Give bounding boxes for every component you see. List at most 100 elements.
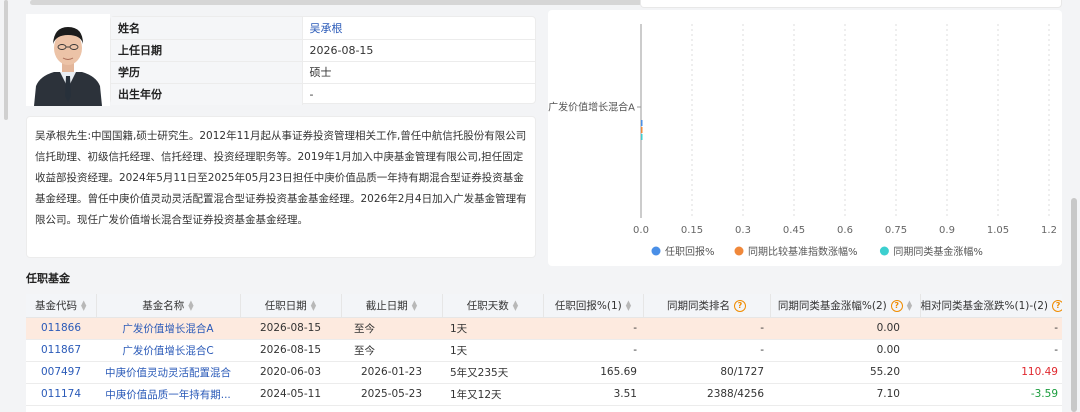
- end-date: 至今: [341, 339, 442, 362]
- header-label: 任职日期: [264, 299, 307, 312]
- header-return[interactable]: 任职回报%(1) ▲ ▼: [543, 294, 644, 318]
- info-row-name: 姓名 吴承根: [111, 17, 535, 40]
- x-tick-label: 0.9: [939, 225, 955, 236]
- x-tick-label: 0.45: [783, 225, 805, 236]
- relative-gain: -3.59: [920, 383, 1062, 406]
- relative-gain: -: [920, 317, 1062, 340]
- info-value: 硕士: [302, 61, 535, 84]
- end-date: 至今: [341, 317, 442, 340]
- start-date: 2020-06-03: [240, 361, 341, 384]
- table-row[interactable]: 011867 广发价值增长混合C 2026-08-15 至今 1天 - - 0.…: [26, 339, 1062, 362]
- left-scrollbar[interactable]: [4, 0, 8, 120]
- top-panel-edge: [640, 0, 1062, 8]
- return-value: -: [543, 317, 643, 340]
- peer-rank: -: [643, 317, 770, 340]
- return-value: 165.69: [543, 361, 643, 384]
- sort-icon[interactable]: ▲ ▼: [513, 299, 518, 311]
- info-label: 出生年份: [111, 83, 303, 105]
- manager-bio: 吴承根先生:中国国籍,硕士研究生。2012年11月起从事证券投资管理相关工作,曾…: [35, 130, 527, 226]
- sort-icon[interactable]: ▲ ▼: [412, 299, 417, 311]
- end-date: 2025-05-23: [341, 383, 442, 406]
- fund-name-link[interactable]: 广发价值增长混合A: [96, 317, 240, 340]
- info-label: 姓名: [111, 17, 303, 40]
- bar-任职回报%: [641, 120, 643, 126]
- header-label: 截止日期: [365, 299, 408, 312]
- header-fund-code[interactable]: 基金代码 ▲ ▼: [26, 294, 97, 318]
- question-circle-icon[interactable]: ?: [734, 299, 746, 312]
- x-tick-label: 1.2: [1041, 225, 1057, 236]
- relative-gain: 110.49: [920, 361, 1062, 384]
- info-value: -: [309, 87, 314, 101]
- info-label: 学历: [111, 61, 303, 84]
- peer-rank: -: [643, 339, 770, 362]
- header-peer-rank: 同期同类排名?: [643, 294, 771, 318]
- question-circle-icon[interactable]: ?: [1052, 299, 1062, 312]
- tenure-days: 1天: [442, 317, 543, 340]
- manager-name-link[interactable]: 吴承根: [302, 17, 535, 40]
- return-value: 3.51: [543, 383, 643, 406]
- fund-code-link[interactable]: 007497: [26, 361, 96, 384]
- x-tick-label: 1.05: [987, 225, 1009, 236]
- legend-marker: [879, 246, 889, 256]
- return-value: -: [543, 339, 643, 362]
- table-row[interactable]: 007497 中庚价值灵动灵活配置混合 2020-06-03 2026-01-2…: [26, 361, 1062, 384]
- horizontal-scrollbar[interactable]: [30, 0, 642, 5]
- fund-name-link[interactable]: 广发价值增长混合C: [96, 339, 240, 362]
- fund-name-link[interactable]: 中庚价值品质一年持有期...: [96, 383, 240, 406]
- sort-icon[interactable]: ▲ ▼: [626, 299, 631, 311]
- tenure-days: 1天: [442, 339, 543, 362]
- tenure-days: 5年又235天: [442, 361, 543, 384]
- peer-gain: 0.00: [770, 339, 920, 362]
- header-tenure-days[interactable]: 任职天数 ▲ ▼: [442, 294, 544, 318]
- header-label: 同期同类排名: [667, 299, 730, 312]
- manager-bio-panel: 吴承根先生:中国国籍,硕士研究生。2012年11月起从事证券投资管理相关工作,曾…: [26, 116, 536, 258]
- vertical-scrollbar[interactable]: [1071, 198, 1077, 412]
- start-date: 2026-08-15: [240, 339, 341, 362]
- table-row[interactable]: 011866 广发价值增长混合A 2026-08-15 至今 1天 - - 0.…: [26, 317, 1062, 340]
- manager-photo: [26, 14, 110, 106]
- x-tick-label: 0.0: [633, 225, 649, 236]
- section-title: 任职基金: [26, 272, 70, 285]
- legend-label: 同期同类基金涨幅%: [893, 245, 983, 258]
- relative-gain: -: [920, 339, 1062, 362]
- sort-icon[interactable]: ▲ ▼: [311, 299, 316, 311]
- x-tick-label: 0.75: [885, 225, 907, 236]
- header-label: 任职回报%(1): [554, 299, 622, 312]
- header-peer-gain[interactable]: 同期同类基金涨幅%(2)? ▲ ▼: [770, 294, 921, 318]
- sort-icon[interactable]: ▲ ▼: [81, 299, 86, 311]
- header-label: 基金名称: [142, 299, 185, 312]
- fund-code-link[interactable]: 011866: [26, 317, 96, 340]
- info-label: 上任日期: [111, 39, 303, 62]
- sort-icon[interactable]: ▲ ▼: [907, 299, 912, 311]
- legend-marker: [734, 246, 744, 256]
- sort-icon[interactable]: ▲ ▼: [188, 299, 193, 311]
- header-end-date[interactable]: 截止日期 ▲ ▼: [341, 294, 443, 318]
- header-fund-name[interactable]: 基金名称 ▲ ▼: [96, 294, 241, 318]
- legend-label: 同期比较基准指数涨幅%: [748, 245, 858, 258]
- info-row-start-date: 上任日期 2026-08-15: [111, 39, 535, 62]
- fund-table: 基金代码 ▲ ▼ 基金名称 ▲ ▼ 任职日期 ▲ ▼ 截止日期 ▲ ▼ 任职天数 ▲ ▼ 任职回报%…: [26, 294, 1062, 406]
- header-label: 相对同类基金涨跌%(1)-(2): [920, 299, 1049, 312]
- start-date: 2026-08-15: [240, 317, 341, 340]
- bar-同期同类基金涨幅%: [641, 134, 643, 140]
- manager-avatar-icon: [26, 14, 110, 106]
- header-relative-gain[interactable]: 相对同类基金涨跌%(1)-(2)?▲▼: [920, 294, 1062, 318]
- peer-gain: 0.00: [770, 317, 920, 340]
- table-row[interactable]: 011174 中庚价值品质一年持有期... 2024-05-11 2025-05…: [26, 383, 1062, 406]
- x-tick-label: 0.15: [681, 225, 703, 236]
- start-date: 2024-05-11: [240, 383, 341, 406]
- fund-name-link[interactable]: 中庚价值灵动灵活配置混合: [96, 361, 240, 384]
- peer-rank: 2388/4256: [643, 383, 770, 406]
- fund-code-link[interactable]: 011174: [26, 383, 96, 406]
- legend-marker: [651, 246, 661, 256]
- header-label: 任职天数: [466, 299, 509, 312]
- peer-gain: 55.20: [770, 361, 920, 384]
- info-row-birth-year: 出生年份 -: [111, 83, 535, 105]
- header-label: 同期同类基金涨幅%(2): [777, 299, 887, 312]
- question-circle-icon[interactable]: ?: [890, 299, 903, 312]
- info-row-education: 学历 硕士: [111, 61, 535, 84]
- header-start-date[interactable]: 任职日期 ▲ ▼: [240, 294, 342, 318]
- end-date: 2026-01-23: [341, 361, 442, 384]
- info-value: 2026-08-15: [302, 39, 535, 62]
- fund-code-link[interactable]: 011867: [26, 339, 96, 362]
